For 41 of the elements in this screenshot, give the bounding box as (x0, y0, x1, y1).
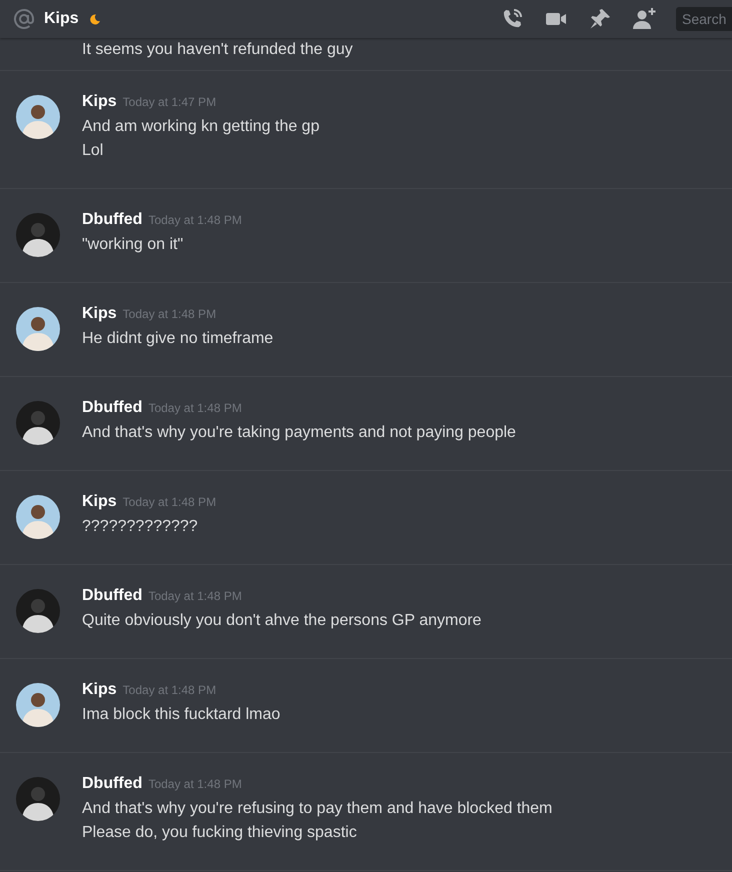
author-name[interactable]: Dbuffed (82, 211, 142, 229)
author-name[interactable]: Dbuffed (82, 775, 142, 793)
avatar[interactable] (16, 307, 60, 351)
channel-name: Kips (44, 10, 79, 28)
avatar[interactable] (16, 95, 60, 139)
at-sign-icon (12, 7, 36, 31)
avatar[interactable] (16, 589, 60, 633)
moon-icon (88, 13, 101, 25)
author-name[interactable]: Dbuffed (82, 587, 142, 605)
timestamp: Today at 1:48 PM (148, 401, 242, 415)
message-text: ????????????? (82, 517, 199, 537)
add-friend-icon[interactable] (632, 7, 656, 31)
message-text: He didnt give no timeframe (82, 329, 274, 349)
message-text: And am working kn getting the gp (82, 117, 320, 137)
message-text: And that's why you're refusing to pay them and have blocked them (82, 799, 552, 819)
author-name[interactable]: Kips (82, 93, 117, 111)
author-name[interactable]: Kips (82, 493, 117, 511)
search-field[interactable]: Search (676, 7, 732, 31)
message-text: "working on it" (82, 235, 184, 255)
timestamp: Today at 1:48 PM (148, 777, 242, 791)
timestamp: Today at 1:48 PM (122, 683, 216, 697)
avatar[interactable] (16, 401, 60, 445)
timestamp: Today at 1:48 PM (122, 495, 216, 509)
pin-icon[interactable] (588, 7, 612, 31)
author-name[interactable]: Dbuffed (82, 399, 142, 417)
timestamp: Today at 1:47 PM (122, 95, 216, 109)
message-text: Lol (82, 141, 104, 161)
message-text: And that's why you're taking payments and not paying people (82, 423, 516, 443)
author-name[interactable]: Kips (82, 681, 117, 699)
author-name[interactable]: Kips (82, 305, 117, 323)
message-text: Please do, you fucking thieving spastic (82, 823, 358, 843)
timestamp: Today at 1:48 PM (122, 307, 216, 321)
timestamp: Today at 1:48 PM (148, 589, 242, 603)
message-text: Quite obviously you don't ahve the persons GP anymore (82, 611, 482, 631)
message-text: It seems you haven't refunded the guy (82, 40, 353, 60)
avatar[interactable] (16, 777, 60, 821)
avatar[interactable] (16, 213, 60, 257)
message-text: Ima block this fucktard lmao (82, 705, 280, 725)
avatar[interactable] (16, 495, 60, 539)
avatar[interactable] (16, 683, 60, 727)
timestamp: Today at 1:48 PM (148, 213, 242, 227)
